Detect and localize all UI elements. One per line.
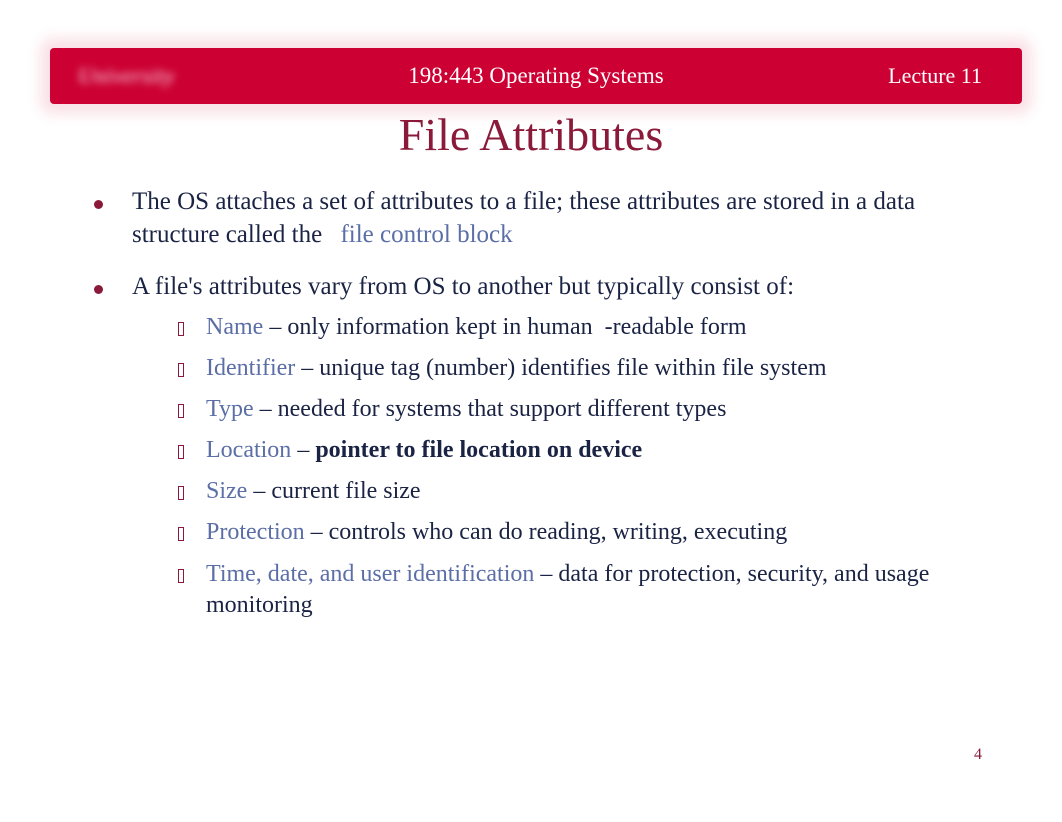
attr-size-label: Size	[206, 478, 247, 504]
attribute-list: Name – only information kept in human -r…	[132, 312, 967, 622]
course-title: 198:443 Operating Systems	[50, 63, 1022, 89]
attr-name: Name – only information kept in human -r…	[174, 312, 967, 343]
attr-protection: Protection – controls who can do reading…	[174, 517, 967, 548]
bullet-point-1: The OS attaches a set of attributes to a…	[90, 186, 967, 251]
page-number: 4	[974, 746, 982, 764]
attr-protection-label: Protection	[206, 519, 305, 545]
attr-location-label: Location	[206, 437, 291, 463]
attr-name-desc: – only information kept in human -readab…	[263, 314, 746, 340]
attr-time: Time, date, and user identification – da…	[174, 559, 967, 621]
bullet-1-text: The OS attaches a set of attributes to a…	[132, 188, 915, 248]
attr-name-label: Name	[206, 314, 263, 340]
attr-size-desc: – current file size	[247, 478, 420, 504]
bullet-2-text: A file's attributes vary from OS to anot…	[132, 273, 794, 300]
attr-time-label: Time, date, and user identification	[206, 561, 534, 587]
attr-type-label: Type	[206, 396, 254, 422]
slide-title: File Attributes	[0, 108, 1062, 161]
attr-protection-desc: – controls who can do reading, writing, …	[305, 519, 788, 545]
attr-type: Type – needed for systems that support d…	[174, 394, 967, 425]
attr-location-desc: pointer to file location on device	[315, 437, 642, 463]
attr-type-desc: – needed for systems that support differ…	[254, 396, 727, 422]
attr-identifier: Identifier – unique tag (number) identif…	[174, 353, 967, 384]
attr-size: Size – current file size	[174, 476, 967, 507]
term-file-control-block: file control block	[340, 221, 512, 248]
attr-location-dash: –	[291, 437, 315, 463]
lecture-number: Lecture 11	[888, 63, 982, 89]
attr-identifier-label: Identifier	[206, 355, 295, 381]
slide: University 198:443 Operating Systems Lec…	[0, 0, 1062, 822]
slide-content: The OS attaches a set of attributes to a…	[90, 186, 967, 641]
bullet-point-2: A file's attributes vary from OS to anot…	[90, 271, 967, 621]
attr-location: Location – pointer to file location on d…	[174, 435, 967, 466]
header-bar: University 198:443 Operating Systems Lec…	[50, 48, 1022, 104]
attr-identifier-desc: – unique tag (number) identifies file wi…	[295, 355, 826, 381]
